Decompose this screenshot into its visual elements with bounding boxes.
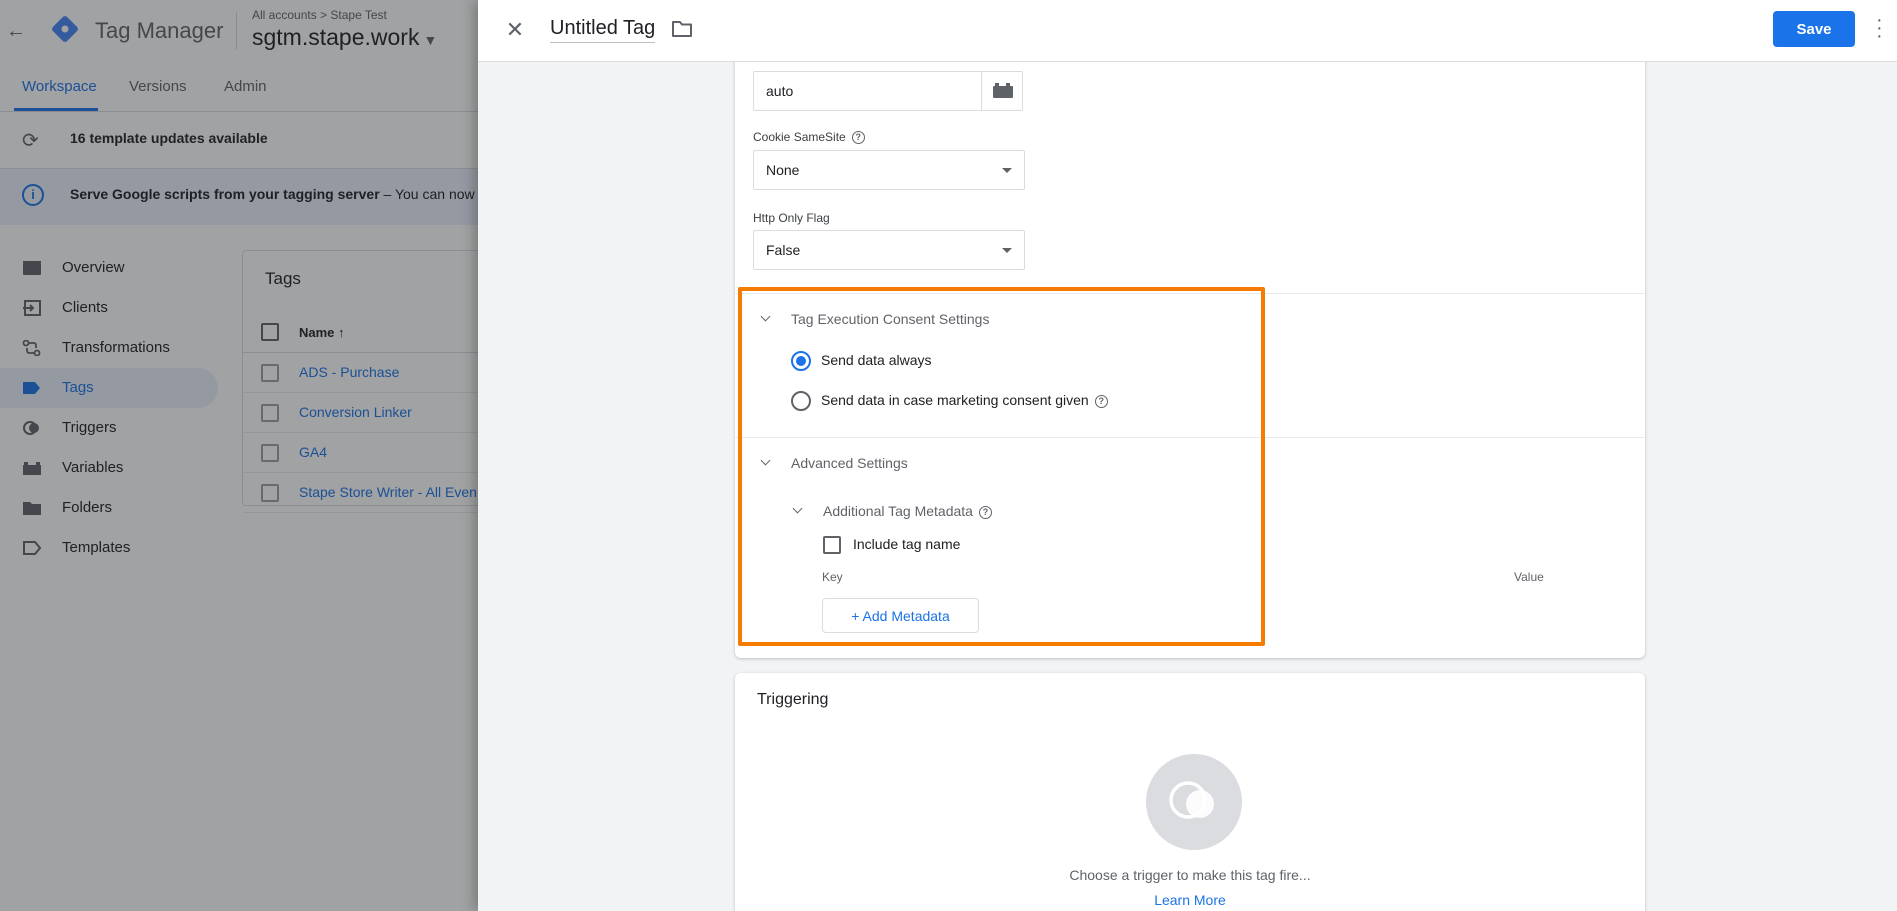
dropdown-arrow-icon — [1002, 248, 1012, 253]
variable-icon — [993, 83, 1013, 98]
send-always-radio[interactable] — [791, 351, 811, 371]
help-icon[interactable]: ? — [978, 505, 992, 519]
consent-settings-title[interactable]: Tag Execution Consent Settings — [791, 311, 989, 327]
tag-name-field[interactable]: Untitled Tag — [550, 17, 656, 43]
triggering-title: Triggering — [757, 691, 829, 708]
tag-configuration-card: auto Cookie SameSite? None Http Only Fla… — [735, 40, 1645, 658]
variable-picker-button[interactable] — [981, 71, 1023, 111]
chevron-down-icon[interactable] — [793, 505, 803, 515]
more-options-icon[interactable]: · · · — [1876, 10, 1883, 46]
trigger-placeholder[interactable] — [1146, 754, 1242, 850]
section-divider — [735, 437, 1645, 438]
cookie-samesite-label: Cookie SameSite? — [753, 130, 865, 145]
help-icon[interactable]: ? — [851, 131, 865, 145]
triggering-card: Triggering Choose a trigger to make this… — [735, 673, 1645, 911]
cookie-samesite-select[interactable]: None — [753, 150, 1025, 190]
tag-editor-panel: ✕ Untitled Tag Save · · · auto Cookie Same… — [478, 0, 1897, 911]
cookie-samesite-value: None — [766, 162, 800, 178]
http-only-select[interactable]: False — [753, 230, 1025, 270]
include-tag-name-label[interactable]: Include tag name — [853, 536, 960, 552]
trigger-icon — [1169, 781, 1214, 819]
dropdown-arrow-icon — [1002, 168, 1012, 173]
add-metadata-button[interactable]: + Add Metadata — [822, 598, 979, 633]
advanced-settings-title[interactable]: Advanced Settings — [791, 455, 908, 471]
trigger-hint: Choose a trigger to make this tag fire..… — [1069, 867, 1311, 883]
learn-more-link[interactable]: Learn More — [735, 892, 1645, 908]
save-button[interactable]: Save — [1773, 11, 1855, 47]
send-consent-label[interactable]: Send data in case marketing consent give… — [821, 392, 1108, 408]
section-divider — [735, 293, 1645, 294]
editor-header: ✕ Untitled Tag Save · · · — [478, 0, 1897, 62]
chevron-down-icon[interactable] — [761, 457, 771, 467]
include-tag-name-checkbox[interactable] — [823, 536, 841, 554]
http-only-value: False — [766, 242, 801, 258]
cookie-domain-input[interactable]: auto — [753, 71, 982, 111]
close-icon[interactable]: ✕ — [502, 17, 528, 43]
http-only-label: Http Only Flag — [753, 211, 830, 225]
send-always-label[interactable]: Send data always — [821, 352, 932, 368]
key-column-label: Key — [822, 570, 843, 584]
send-consent-radio[interactable] — [791, 391, 811, 411]
help-icon[interactable]: ? — [1094, 394, 1108, 408]
value-column-label: Value — [1514, 570, 1544, 584]
chevron-down-icon[interactable] — [761, 313, 771, 323]
folder-icon[interactable] — [671, 20, 693, 38]
additional-metadata-title[interactable]: Additional Tag Metadata? — [823, 503, 992, 519]
